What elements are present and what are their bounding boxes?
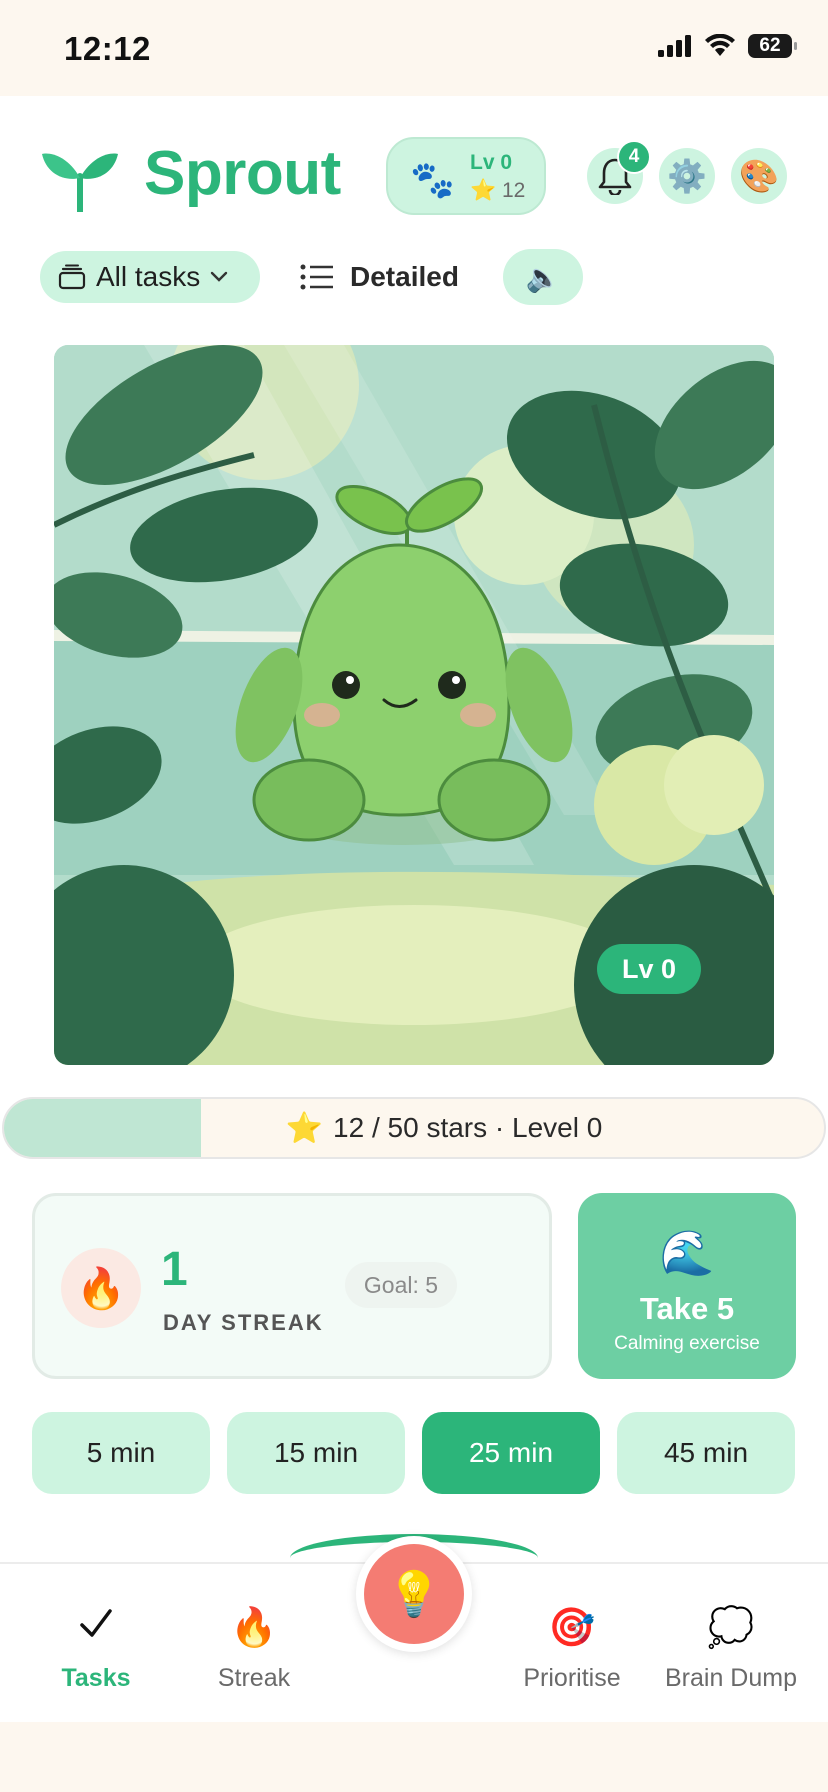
timer-45-min[interactable]: 45 min [617,1412,795,1494]
theme-button[interactable]: 🎨 [731,148,787,204]
nav-streak[interactable]: 🔥 Streak [174,1604,334,1693]
palette-icon: 🎨 [739,158,779,194]
sprout-logo-icon [42,153,118,212]
streak-label: DAY STREAK [163,1310,324,1335]
paw-icon: 🐾 [410,159,455,200]
progress-label: ⭐ 12 / 50 stars · Level 0 [4,1099,824,1157]
thought-cloud-icon: 💭 [707,1607,755,1649]
level-pill[interactable]: 🐾 Lv 0 ⭐ 12 [386,137,546,215]
timer-5-min[interactable]: 5 min [32,1412,210,1494]
nav-streak-label: Streak [217,1664,291,1692]
nav-tasks-label: Tasks [61,1664,131,1692]
chevron-down-icon [211,271,228,282]
gear-icon: ⚙️ [667,158,707,194]
view-toggle[interactable]: Detailed [300,254,459,300]
list-icon [300,264,333,290]
category-label: All tasks [96,261,201,292]
target-icon: 🎯 [548,1607,596,1649]
timer-25-min[interactable]: 25 min [422,1412,600,1494]
idea-fab-button[interactable]: 💡 [364,1544,464,1644]
fire-icon: 🔥 [230,1607,278,1649]
stack-icon [58,264,86,290]
streak-card[interactable]: 🔥 1 DAY STREAK Goal: 5 [32,1193,552,1379]
fire-icon: 🔥 [61,1248,141,1328]
take-5-title: Take 5 [639,1291,735,1326]
level-pill-stars: ⭐ 12 [470,179,526,202]
wave-icon: 🌊 [659,1229,715,1278]
notification-badge: 4 [617,140,651,174]
signal-icon [658,35,691,57]
stars-progress-bar: ⭐ 12 / 50 stars · Level 0 [2,1097,826,1159]
take-5-subtitle: Calming exercise [614,1333,760,1354]
home-indicator-area [0,1722,828,1792]
view-label: Detailed [350,261,459,292]
speaker-icon: 🔈 [525,261,561,293]
nav-prioritise-label: Prioritise [523,1664,621,1692]
streak-goal: Goal: 5 [345,1262,457,1308]
nav-prioritise[interactable]: 🎯 Prioritise [492,1604,652,1693]
nav-brain-dump[interactable]: 💭 Brain Dump [651,1604,811,1693]
level-pill-level: Lv 0 [470,151,513,174]
take-5-button[interactable]: 🌊 Take 5 Calming exercise [578,1193,796,1379]
nav-tasks[interactable]: Tasks [16,1604,176,1693]
pet-level-badge: Lv 0 [597,944,701,994]
battery-icon: 62 [748,34,797,58]
check-icon [16,1604,176,1652]
status-icons: 62 [658,34,797,58]
sound-toggle-button[interactable]: 🔈 [503,249,583,305]
streak-count: 1 [161,1243,188,1296]
timer-15-min[interactable]: 15 min [227,1412,405,1494]
status-time: 12:12 [64,30,151,67]
app-title: Sprout [144,139,341,208]
wifi-icon [705,34,735,56]
category-dropdown[interactable]: All tasks [40,251,260,303]
lightbulb-icon: 💡 [386,1570,442,1619]
settings-button[interactable]: ⚙️ [659,148,715,204]
progress-text: 12 / 50 stars · Level 0 [333,1112,603,1143]
star-icon: ⭐ [285,1111,324,1145]
stars-count: 12 [501,179,526,202]
nav-brain-dump-label: Brain Dump [665,1664,797,1692]
